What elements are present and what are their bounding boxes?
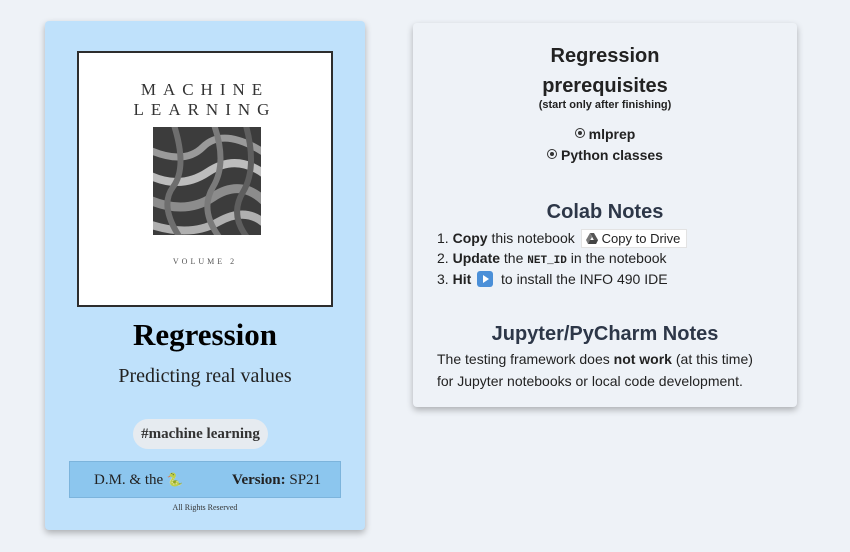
jupyter-line-2: for Jupyter notebooks or local code deve… <box>437 373 743 389</box>
jupyter-heading: Jupyter/PyCharm Notes <box>491 323 719 345</box>
radio-dot-icon <box>547 149 558 159</box>
colab-heading: Colab Notes <box>546 201 664 223</box>
step-bold: Update <box>452 250 501 266</box>
cover-art-image <box>153 127 261 235</box>
book-card: MACHINE LEARNING VOLUME 2 Regression Pre… <box>45 21 365 530</box>
snake-icon: 🐍 <box>166 472 184 487</box>
step-number: 3. <box>437 271 449 287</box>
author-block: D.M. & the 🐍 <box>94 472 183 489</box>
cover-title-line2: LEARNING <box>133 100 277 119</box>
book-subtitle: Predicting real values <box>118 365 292 387</box>
net-id-code: NET_ID <box>527 255 567 267</box>
prereq-note: (start only after finishing) <box>538 99 672 111</box>
step-bold: Copy <box>452 230 488 246</box>
version-block: Version: SP21 <box>232 472 321 489</box>
book-cover: MACHINE LEARNING VOLUME 2 <box>77 51 333 307</box>
prereq-heading-line1: Regression <box>550 45 660 67</box>
book-title: Regression <box>132 317 278 352</box>
jupyter-bold: not work <box>613 351 672 367</box>
topic-tag[interactable]: #machine learning <box>133 419 268 449</box>
colab-step-1: 1. Copy this notebook Copy to Drive <box>437 229 688 248</box>
step-number: 1. <box>437 230 449 246</box>
prereq-item-mlprep[interactable]: mlprep <box>413 126 797 142</box>
prereq-heading-line2: prerequisites <box>542 75 668 97</box>
prereq-item-label: mlprep <box>588 126 636 142</box>
rights-text: All Rights Reserved <box>172 503 238 512</box>
info-card: Regression prerequisites (start only aft… <box>413 23 797 407</box>
radio-dot-icon <box>574 128 585 138</box>
step-number: 2. <box>437 250 449 266</box>
copy-to-drive-label: Copy to Drive <box>601 231 681 246</box>
book-footer-bar: D.M. & the 🐍 Version: SP21 <box>69 461 341 498</box>
step-text: this notebook <box>491 230 575 246</box>
step-text: the <box>503 250 524 266</box>
step-text: to install the INFO 490 IDE <box>501 271 668 287</box>
colab-step-2: 2. Update the NET_ID in the notebook <box>437 250 667 267</box>
step-text: in the notebook <box>570 250 667 266</box>
cover-title-line1: MACHINE <box>140 80 270 99</box>
jupyter-text: (at this time) <box>675 351 753 367</box>
colab-step-3: 3. Hit to install the INFO 490 IDE <box>437 271 668 287</box>
cover-volume: VOLUME 2 <box>172 257 238 266</box>
version-value: SP21 <box>289 472 322 488</box>
copy-to-drive-button[interactable]: Copy to Drive <box>580 229 688 248</box>
version-label: Version: <box>232 472 286 488</box>
jupyter-text: The testing framework does <box>437 351 610 367</box>
jupyter-line-1: The testing framework does not work (at … <box>437 351 753 367</box>
step-bold: Hit <box>452 271 472 287</box>
prereq-item-label: Python classes <box>561 147 663 163</box>
author-text: D.M. & the <box>94 472 164 488</box>
play-icon[interactable] <box>477 271 494 287</box>
google-drive-icon <box>585 233 598 244</box>
prereq-item-python-classes[interactable]: Python classes <box>413 147 797 163</box>
